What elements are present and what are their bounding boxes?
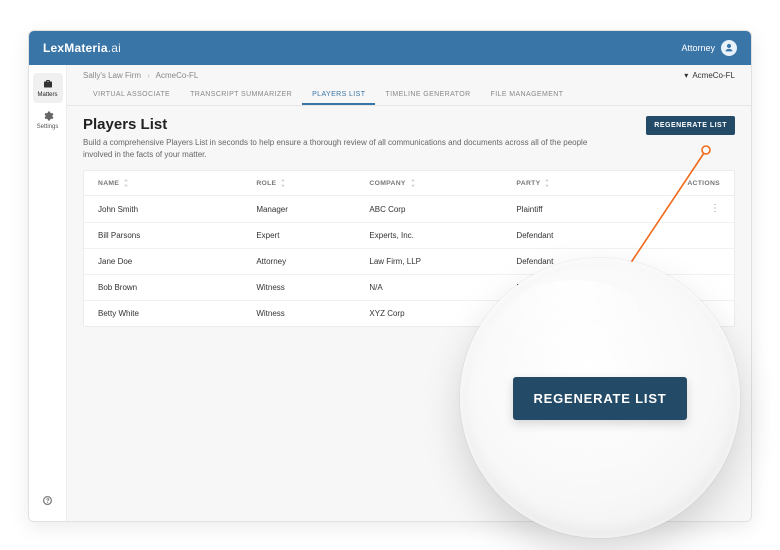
breadcrumb-row: Sally's Law Firm › AcmeCo-FL ▾ AcmeCo-FL <box>67 65 751 80</box>
row-actions-menu[interactable]: ⋮ <box>710 204 720 214</box>
sidebar-item-label: Settings <box>37 124 59 130</box>
brand-suffix: .ai <box>108 41 121 55</box>
gear-icon <box>42 110 54 122</box>
cell-company: ABC Corp <box>369 205 516 214</box>
user-menu[interactable]: Attorney <box>681 40 737 56</box>
cell-name: Bob Brown <box>98 283 256 292</box>
page-title: Players List <box>83 116 603 133</box>
lens-highlight <box>510 280 640 350</box>
cell-name: Jane Doe <box>98 257 256 266</box>
col-actions-label: ACTIONS <box>687 180 720 187</box>
matter-switcher-label: AcmeCo-FL <box>692 71 735 80</box>
cell-role: Expert <box>256 231 369 240</box>
col-company-label: COMPANY <box>369 180 405 187</box>
regenerate-list-button-zoom[interactable]: REGENERATE LIST <box>513 377 686 420</box>
sidebar: Matters Settings <box>29 65 67 521</box>
table-row: John Smith Manager ABC Corp Plaintiff ⋮ <box>84 196 734 223</box>
cell-party: Plaintiff <box>516 205 640 214</box>
cell-company: N/A <box>369 283 516 292</box>
sort-icon <box>410 179 416 187</box>
col-role-label: ROLE <box>256 180 276 187</box>
brand-logo: LexMateria.ai <box>43 41 121 55</box>
cell-role: Witness <box>256 309 369 318</box>
tab-transcript-summarizer[interactable]: TRANSCRIPT SUMMARIZER <box>180 86 302 105</box>
breadcrumb: Sally's Law Firm › AcmeCo-FL <box>83 71 198 80</box>
cell-name: John Smith <box>98 205 256 214</box>
sidebar-item-matters[interactable]: Matters <box>33 73 63 103</box>
heading-row: Players List Build a comprehensive Playe… <box>83 116 735 160</box>
sort-icon <box>123 179 129 187</box>
cell-role: Attorney <box>256 257 369 266</box>
table-row: Bill Parsons Expert Experts, Inc. Defend… <box>84 223 734 249</box>
cell-role: Manager <box>256 205 369 214</box>
col-company[interactable]: COMPANY <box>369 179 516 187</box>
breadcrumb-matter[interactable]: AcmeCo-FL <box>156 71 199 80</box>
col-role[interactable]: ROLE <box>256 179 369 187</box>
magnifier-callout: REGENERATE LIST <box>460 258 740 538</box>
tabs: VIRTUAL ASSOCIATE TRANSCRIPT SUMMARIZER … <box>67 86 751 106</box>
chevron-down-icon: ▾ <box>684 71 688 80</box>
cell-name: Betty White <box>98 309 256 318</box>
cell-company: Experts, Inc. <box>369 231 516 240</box>
heading-text: Players List Build a comprehensive Playe… <box>83 116 603 160</box>
page-description: Build a comprehensive Players List in se… <box>83 137 603 160</box>
tab-file-management[interactable]: FILE MANAGEMENT <box>481 86 574 105</box>
sidebar-item-label: Matters <box>37 92 57 98</box>
tab-players-list[interactable]: PLAYERS LIST <box>302 86 375 105</box>
user-icon <box>724 43 734 53</box>
breadcrumb-firm[interactable]: Sally's Law Firm <box>83 71 141 80</box>
tab-timeline-generator[interactable]: TIMELINE GENERATOR <box>375 86 480 105</box>
avatar <box>721 40 737 56</box>
user-role-label: Attorney <box>681 43 715 53</box>
sidebar-item-settings[interactable]: Settings <box>33 105 63 135</box>
sort-icon <box>280 179 286 187</box>
briefcase-icon <box>42 78 54 90</box>
col-party-label: PARTY <box>516 180 540 187</box>
brand-name: LexMateria <box>43 41 108 55</box>
tab-virtual-associate[interactable]: VIRTUAL ASSOCIATE <box>83 86 180 105</box>
col-actions: ACTIONS <box>641 180 720 187</box>
matter-switcher[interactable]: ▾ AcmeCo-FL <box>684 71 735 80</box>
regenerate-list-button[interactable]: REGENERATE LIST <box>646 116 735 135</box>
cell-company: Law Firm, LLP <box>369 257 516 266</box>
table-header: NAME ROLE COMPANY PARTY <box>84 171 734 196</box>
col-name-label: NAME <box>98 180 119 187</box>
help-icon <box>42 495 53 506</box>
col-name[interactable]: NAME <box>98 179 256 187</box>
cell-name: Bill Parsons <box>98 231 256 240</box>
cell-role: Witness <box>256 283 369 292</box>
cell-party: Defendant <box>516 231 640 240</box>
col-party[interactable]: PARTY <box>516 179 640 187</box>
topbar: LexMateria.ai Attorney <box>29 31 751 65</box>
sort-icon <box>544 179 550 187</box>
chevron-right-icon: › <box>147 71 150 80</box>
sidebar-help[interactable] <box>42 493 53 521</box>
